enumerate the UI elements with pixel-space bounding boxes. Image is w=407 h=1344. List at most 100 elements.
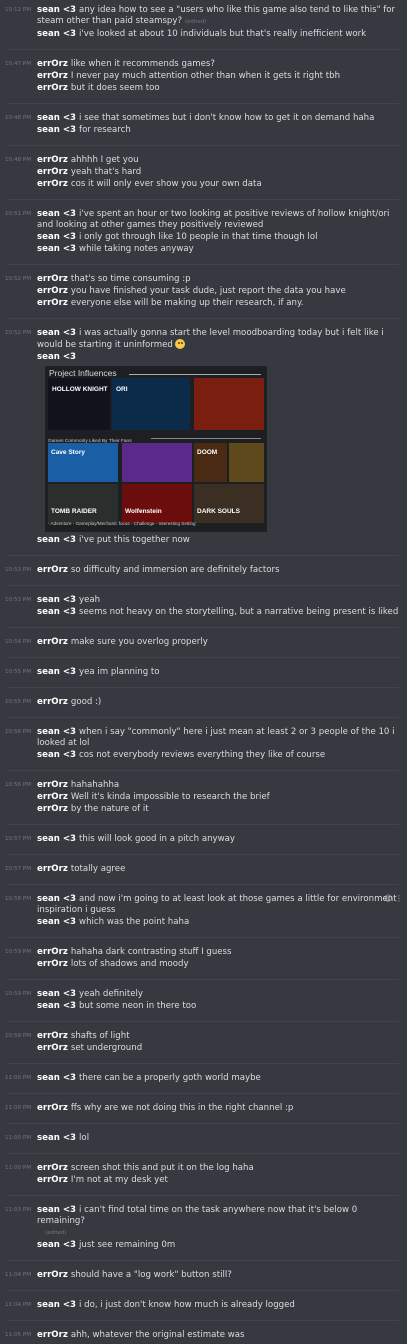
message-author[interactable]: sean <3 — [37, 209, 76, 219]
message-timestamp: 10:56 PM — [5, 729, 32, 735]
message-author[interactable]: errOrz — [37, 71, 68, 81]
message-author[interactable]: sean <3 — [37, 989, 76, 999]
message-author[interactable]: errOrz — [37, 637, 68, 647]
message-line: sean <3 for research — [37, 124, 399, 136]
message-divider — [8, 884, 399, 885]
message-timestamp: 10:57 PM — [5, 836, 32, 842]
message-author[interactable]: sean <3 — [37, 727, 76, 737]
message-author[interactable]: sean <3 — [37, 113, 76, 123]
message-author[interactable]: sean <3 — [37, 535, 76, 545]
message-text: and now i'm going to at least look at th… — [37, 893, 397, 915]
message-author[interactable]: sean <3 — [37, 1240, 76, 1250]
message-author[interactable]: sean <3 — [37, 352, 76, 362]
message-author[interactable]: sean <3 — [37, 1073, 76, 1083]
message-author[interactable]: errOrz — [37, 947, 68, 957]
message-author[interactable]: errOrz — [37, 959, 68, 969]
message-line: 10:53 PM errOrz so difficulty and immersio… — [5, 564, 399, 576]
message-line: errOrz by the nature of it — [37, 803, 399, 815]
message-divider — [8, 1320, 399, 1321]
message-author[interactable]: sean <3 — [37, 667, 76, 677]
message-author[interactable]: sean <3 — [37, 1001, 76, 1011]
message-author[interactable]: sean <3 — [37, 917, 76, 927]
message-text: i was actually gonna start the level moo… — [37, 327, 384, 350]
person-shrugging-emoji — [174, 338, 185, 349]
message-group: 11:04 PM errOrz should have a "log work" b… — [0, 1267, 407, 1284]
message-line: 11:00 PM sean <3 there can be a properly g… — [5, 1072, 399, 1084]
message-group: 11:03 PM sean <3 i can't find total time o… — [0, 1202, 407, 1254]
message-line: sean <3 just see remaining 0m — [37, 1239, 399, 1251]
message-author[interactable]: errOrz — [37, 864, 68, 874]
message-text: ahhhh I get you — [70, 154, 139, 165]
message-group: 10:56 PM sean <3 when i say "commonly" her… — [0, 724, 407, 764]
game-tile-label: ORI — [116, 386, 128, 393]
game-tile-cave-story: Cave Story — [48, 443, 118, 482]
message-author[interactable]: sean <3 — [37, 125, 76, 135]
message-author[interactable]: sean <3 — [37, 1300, 76, 1310]
message-author[interactable]: sean <3 — [37, 1133, 76, 1143]
message-author[interactable]: sean <3 — [37, 595, 76, 605]
game-tile-doom: DOOM — [194, 443, 227, 482]
message-author[interactable]: errOrz — [37, 1270, 68, 1280]
message-author[interactable]: sean <3 — [37, 244, 76, 254]
message-author[interactable]: sean <3 — [37, 5, 76, 15]
message-line: 10:47 PM errOrz like when it recommends ga… — [5, 58, 399, 70]
message-divider — [8, 264, 399, 265]
message-line: sean <3 i've looked at about 10 individua… — [37, 28, 399, 40]
message-author[interactable]: errOrz — [37, 1103, 68, 1113]
message-timestamp: 11:05 PM — [5, 1332, 32, 1338]
message-text: yea im planning to — [79, 666, 160, 677]
game-tile-ori: ORI — [112, 378, 190, 430]
message-divider — [8, 824, 399, 825]
message-author[interactable]: errOrz — [37, 1163, 68, 1173]
message-group: 10:52 PM errOrz that's so time consuming :… — [0, 271, 407, 312]
message-author[interactable]: errOrz — [37, 1175, 68, 1185]
message-text: just see remaining 0m — [79, 1239, 176, 1250]
message-author[interactable]: errOrz — [37, 167, 68, 177]
message-author[interactable]: errOrz — [37, 780, 68, 790]
game-tile-celeste — [122, 443, 192, 482]
message-author[interactable]: errOrz — [37, 59, 68, 69]
message-author[interactable]: errOrz — [37, 179, 68, 189]
edited-label: (edited) — [185, 18, 207, 25]
game-tile-label: Wolfenstein — [125, 508, 162, 515]
message-author[interactable]: errOrz — [37, 792, 68, 802]
message-text: like when it recommends games? — [70, 58, 215, 69]
message-author[interactable]: errOrz — [37, 804, 68, 814]
message-author[interactable]: errOrz — [37, 697, 68, 707]
message-divider — [8, 1063, 399, 1064]
message-timestamp: 10:52 PM — [5, 276, 32, 282]
message-author[interactable]: errOrz — [37, 83, 68, 93]
message-author[interactable]: sean <3 — [37, 750, 76, 760]
game-tile-label: TOMB RAIDER — [51, 508, 97, 515]
game-tile-label: HOLLOW KNIGHT — [52, 386, 108, 393]
message-timestamp: 10:51 PM — [5, 211, 32, 217]
message-text: ffs why are we not doing this in the rig… — [70, 1102, 294, 1113]
message-author[interactable]: sean <3 — [37, 29, 76, 39]
message-timestamp: 11:04 PM — [5, 1272, 32, 1278]
message-author[interactable]: sean <3 — [37, 1205, 76, 1215]
message-line: 11:00 PM errOrz screen shot this and put i… — [5, 1162, 399, 1174]
message-divider — [8, 1093, 399, 1094]
message-author[interactable]: sean <3 — [37, 834, 76, 844]
message-divider — [8, 1260, 399, 1261]
message-author[interactable]: errOrz — [37, 1043, 68, 1053]
message-author[interactable]: errOrz — [37, 155, 68, 165]
message-author[interactable]: sean <3 — [37, 328, 76, 338]
message-text: good :) — [70, 696, 102, 707]
message-author[interactable]: sean <3 — [37, 232, 76, 242]
message-author[interactable]: errOrz — [37, 1031, 68, 1041]
message-author[interactable]: errOrz — [37, 1330, 68, 1340]
image-attachment[interactable]: Project Influences HOLLOW KNIGHT ORI Games … — [45, 366, 267, 532]
message-line: errOrz but it does seem too — [37, 82, 399, 94]
message-author[interactable]: errOrz — [37, 298, 68, 308]
message-text: i can't find total time on the task anyw… — [37, 1204, 358, 1226]
message-author[interactable]: sean <3 — [37, 607, 76, 617]
message-author[interactable]: errOrz — [37, 565, 68, 575]
message-text: totally agree — [70, 863, 126, 874]
message-author[interactable]: errOrz — [37, 286, 68, 296]
message-line: errOrz set underground — [37, 1042, 399, 1054]
message-author[interactable]: sean <3 — [37, 894, 76, 904]
message-text: hahaha dark contrasting stuff I guess — [70, 946, 232, 957]
message-author[interactable]: errOrz — [37, 274, 68, 284]
message-group: 11:00 PM errOrz ffs why are we not doing t… — [0, 1100, 407, 1117]
